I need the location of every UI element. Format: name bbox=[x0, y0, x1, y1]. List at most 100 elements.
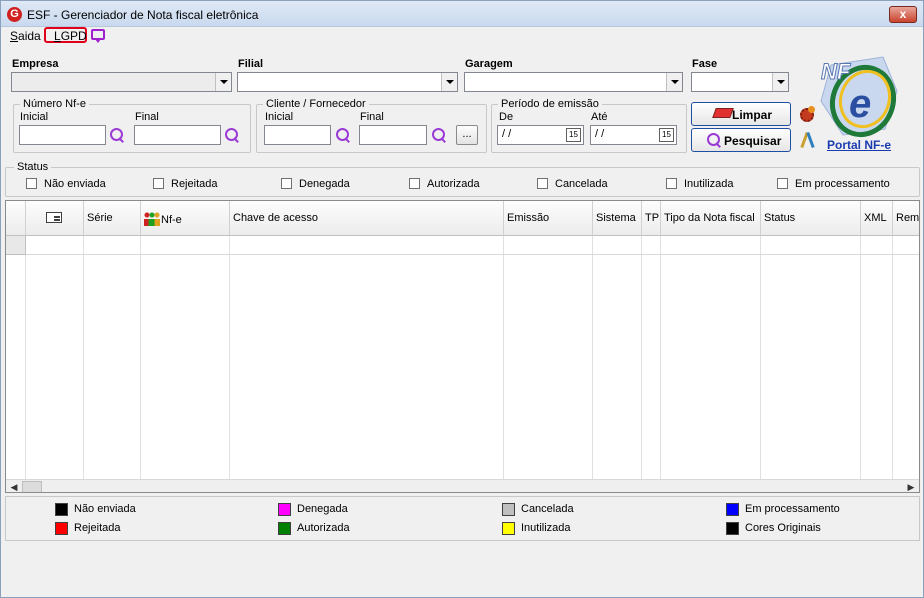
grid-header-sistema[interactable]: Sistema bbox=[593, 201, 642, 236]
checkbox-box[interactable] bbox=[409, 178, 420, 189]
ellipsis-button[interactable]: ... bbox=[456, 125, 478, 145]
checkbox-box[interactable] bbox=[281, 178, 292, 189]
grid-column bbox=[504, 236, 593, 479]
checkbox-box[interactable] bbox=[666, 178, 677, 189]
search-icon[interactable] bbox=[335, 127, 351, 143]
grid-header-serie[interactable]: Série bbox=[84, 201, 141, 236]
grid-header-status[interactable]: Status bbox=[761, 201, 861, 236]
grid-column bbox=[84, 236, 141, 479]
horizontal-scrollbar[interactable]: ◀ ▶ bbox=[6, 479, 919, 492]
legend-swatch bbox=[278, 522, 291, 535]
window-title: ESF - Gerenciador de Nota fiscal eletrôn… bbox=[27, 8, 259, 22]
garagem-label: Garagem bbox=[465, 58, 513, 70]
checkbox-label: Em processamento bbox=[795, 178, 890, 190]
legend-swatch bbox=[726, 522, 739, 535]
cliente-inicial-input[interactable] bbox=[264, 125, 331, 145]
scroll-left-icon[interactable]: ◀ bbox=[7, 480, 21, 492]
people-icon bbox=[144, 212, 160, 226]
legend-swatch bbox=[55, 522, 68, 535]
cliente-final-label: Final bbox=[360, 111, 384, 123]
grid-column bbox=[6, 236, 26, 479]
chat-icon[interactable] bbox=[91, 29, 105, 43]
legend-label: Rejeitada bbox=[74, 522, 121, 534]
limpar-label: Limpar bbox=[732, 108, 773, 122]
close-button[interactable]: x bbox=[889, 6, 917, 23]
main-window: G ESF - Gerenciador de Nota fiscal eletr… bbox=[0, 0, 924, 598]
row-selector[interactable] bbox=[6, 236, 26, 255]
checkbox-label: Rejeitada bbox=[171, 178, 218, 190]
grid-header-reme[interactable]: Reme bbox=[893, 201, 919, 236]
grid-header-nfe-label: Nf-e bbox=[161, 214, 182, 226]
de-date-value: / / bbox=[502, 128, 512, 140]
cliente-inicial-label: Inicial bbox=[265, 111, 294, 123]
grid-header-tipo[interactable]: Tipo da Nota fiscal bbox=[661, 201, 761, 236]
checkbox-label: Inutilizada bbox=[684, 178, 734, 190]
checkbox-box[interactable] bbox=[777, 178, 788, 189]
checkbox-box[interactable] bbox=[153, 178, 164, 189]
grid-header-indicator bbox=[6, 201, 26, 236]
numero-final-label: Final bbox=[135, 111, 159, 123]
pesquisar-button[interactable]: Pesquisar bbox=[691, 128, 791, 152]
cliente-final-input[interactable] bbox=[359, 125, 427, 145]
app-logo-icon: G bbox=[7, 7, 22, 22]
checkbox-label: Autorizada bbox=[427, 178, 480, 190]
ate-date-value: / / bbox=[595, 128, 605, 140]
calendar-icon[interactable]: 15 bbox=[659, 128, 674, 142]
cliente-group-title: Cliente / Fornecedor bbox=[263, 98, 369, 110]
search-icon[interactable] bbox=[431, 127, 447, 143]
menu-lgpd-label: GPD bbox=[60, 29, 87, 43]
numero-inicial-label: Inicial bbox=[20, 111, 49, 123]
grid-column bbox=[141, 236, 230, 479]
nfe-logo-e: e bbox=[849, 82, 871, 126]
scrollbar-thumb[interactable] bbox=[22, 481, 42, 492]
legend-swatch bbox=[502, 522, 515, 535]
grid-header-xml[interactable]: XML bbox=[861, 201, 893, 236]
grid-header-emissao[interactable]: Emissão bbox=[504, 201, 593, 236]
grid-header-tp[interactable]: TP bbox=[642, 201, 661, 236]
numero-inicial-input[interactable] bbox=[19, 125, 106, 145]
checkbox-label: Não enviada bbox=[44, 178, 106, 190]
scroll-right-icon[interactable]: ▶ bbox=[904, 480, 918, 492]
eraser-icon bbox=[712, 108, 734, 118]
portal-nfe-link[interactable]: Portal NF-e bbox=[827, 138, 891, 152]
empresa-combo[interactable] bbox=[11, 72, 232, 92]
calendar-icon[interactable]: 15 bbox=[566, 128, 581, 142]
filial-combo[interactable] bbox=[237, 72, 458, 92]
fase-label: Fase bbox=[692, 58, 718, 70]
legend-swatch bbox=[726, 503, 739, 516]
periodo-group-title: Período de emissão bbox=[498, 98, 602, 110]
grid-column bbox=[593, 236, 642, 479]
grid-header-chave[interactable]: Chave de acesso bbox=[230, 201, 504, 236]
nfe-grid[interactable]: Série Nf-e Chave de acesso Emissão Siste… bbox=[5, 200, 920, 493]
search-icon[interactable] bbox=[109, 127, 125, 143]
checkbox-box[interactable] bbox=[537, 178, 548, 189]
checkbox-label: Denegada bbox=[299, 178, 350, 190]
chevron-down-icon[interactable] bbox=[441, 73, 457, 91]
de-label: De bbox=[499, 111, 514, 123]
grid-column bbox=[861, 236, 893, 479]
table-row[interactable] bbox=[6, 236, 919, 255]
grid-column bbox=[642, 236, 661, 479]
chevron-down-icon[interactable] bbox=[666, 73, 682, 91]
checkbox-box[interactable] bbox=[26, 178, 37, 189]
grid-header-card[interactable] bbox=[26, 201, 84, 236]
chevron-down-icon[interactable] bbox=[772, 73, 788, 91]
menu-saida-label: aida bbox=[18, 29, 41, 43]
limpar-button[interactable]: Limpar bbox=[691, 102, 791, 126]
legend-label: Não enviada bbox=[74, 503, 136, 515]
legend-label: Denegada bbox=[297, 503, 348, 515]
legend-swatch bbox=[278, 503, 291, 516]
numero-nfe-group-title: Número Nf-e bbox=[20, 98, 89, 110]
grid-header-nfe[interactable]: Nf-e bbox=[141, 201, 230, 236]
menu-saida[interactable]: Saida bbox=[10, 29, 41, 43]
menu-bar: Saida LGPD bbox=[1, 27, 923, 45]
empresa-label: Empresa bbox=[12, 58, 59, 70]
filial-label: Filial bbox=[238, 58, 264, 70]
numero-final-input[interactable] bbox=[134, 125, 221, 145]
garagem-combo[interactable] bbox=[464, 72, 683, 92]
chevron-down-icon[interactable] bbox=[215, 73, 231, 91]
menu-lgpd[interactable]: LGPD bbox=[54, 29, 87, 43]
search-icon bbox=[706, 132, 722, 148]
search-icon[interactable] bbox=[224, 127, 240, 143]
fase-combo[interactable] bbox=[691, 72, 789, 92]
